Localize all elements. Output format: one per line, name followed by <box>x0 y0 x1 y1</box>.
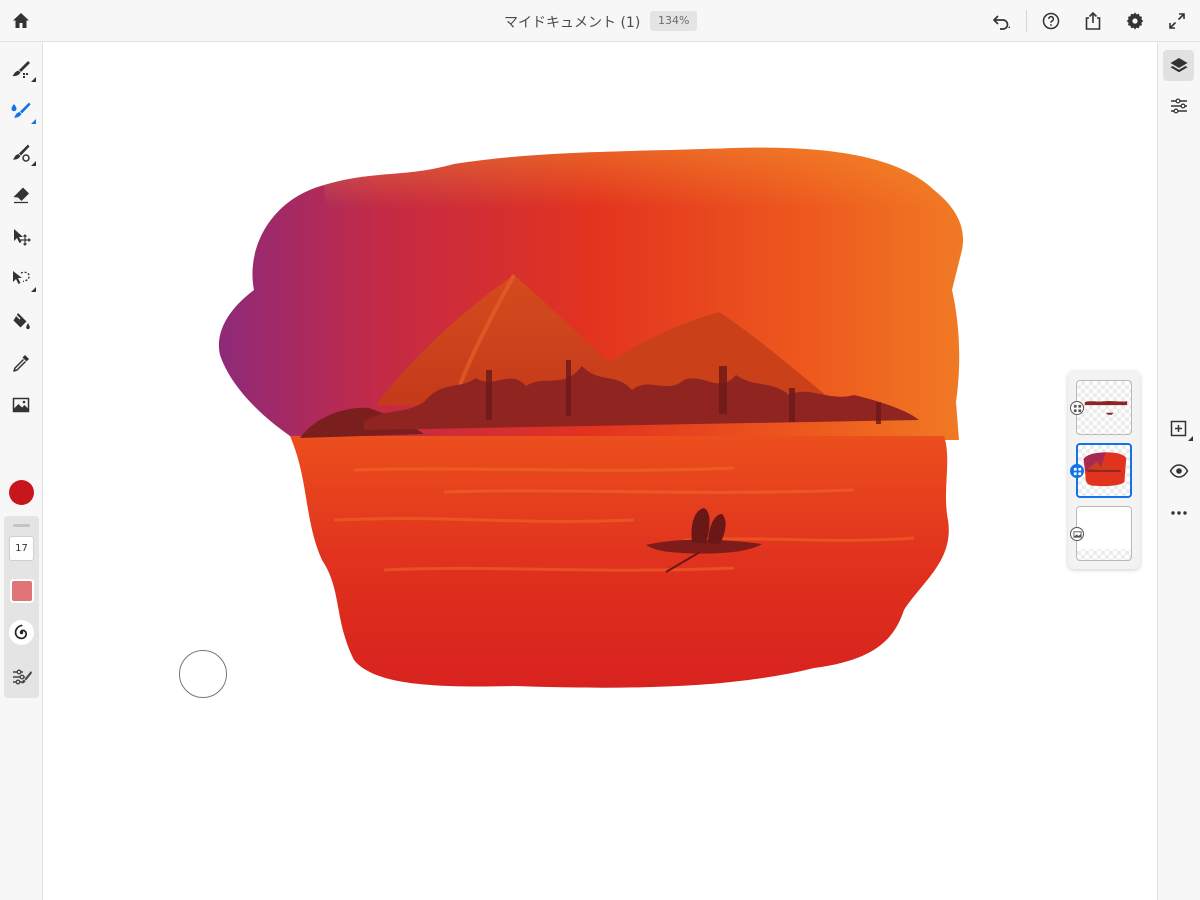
right-rail <box>1157 42 1200 900</box>
image-layer-badge <box>1070 527 1084 541</box>
layer-properties-button[interactable] <box>1163 90 1194 121</box>
settings-button[interactable] <box>1120 6 1150 36</box>
brush-size-field[interactable]: 17 <box>9 536 34 561</box>
spiral-icon <box>14 624 28 640</box>
live-layer-badge <box>1070 464 1084 478</box>
fullscreen-button[interactable] <box>1162 6 1192 36</box>
document-title[interactable]: マイドキュメント (1) <box>504 12 640 32</box>
more-icon <box>1170 510 1187 515</box>
submenu-indicator <box>31 287 36 292</box>
home-button[interactable] <box>6 6 36 36</box>
help-icon <box>1042 12 1060 30</box>
eyedropper-tool[interactable] <box>6 348 36 378</box>
color-picker-swatch[interactable] <box>9 480 34 505</box>
layers-panel <box>1068 371 1140 569</box>
pixel-grid-icon <box>1073 404 1081 412</box>
home-icon <box>13 13 29 28</box>
eye-icon <box>1169 463 1188 478</box>
share-icon <box>1085 11 1101 30</box>
image-icon <box>1072 530 1082 538</box>
panel-handle[interactable] <box>13 524 30 527</box>
eyedropper-icon <box>13 355 29 372</box>
live-brush-tool[interactable] <box>6 96 36 126</box>
layer-image[interactable] <box>1076 506 1132 561</box>
eraser-icon <box>13 187 29 204</box>
tool-bar: 17 <box>0 42 43 900</box>
brush-properties-panel: 17 <box>4 516 39 698</box>
share-button[interactable] <box>1078 6 1108 36</box>
paint-bucket-icon <box>13 313 30 330</box>
pixel-brush-tool[interactable] <box>6 54 36 84</box>
layer-thumbnail <box>1077 507 1131 550</box>
layers-icon <box>1170 57 1187 72</box>
vector-brush-tool[interactable] <box>6 138 36 168</box>
live-layer-icon <box>1073 467 1081 475</box>
submenu-indicator <box>1188 436 1193 441</box>
add-layer-icon <box>1170 420 1186 436</box>
undo-button[interactable] <box>986 6 1016 36</box>
vector-brush-icon <box>13 144 30 162</box>
layer-pixel-top[interactable] <box>1076 380 1132 435</box>
watercolor-brush-icon <box>11 102 31 118</box>
image-icon <box>12 397 30 413</box>
brush-flow-button[interactable] <box>9 620 34 645</box>
eraser-tool[interactable] <box>6 180 36 210</box>
brush-cursor-indicator <box>179 650 227 698</box>
toggle-visibility-button[interactable] <box>1163 455 1194 486</box>
submenu-indicator <box>31 161 36 166</box>
painting-artwork[interactable] <box>214 140 984 700</box>
settings-icon <box>1126 12 1144 30</box>
layer-thumbnail <box>1083 452 1127 487</box>
brush-opacity-swatch[interactable] <box>10 579 34 603</box>
top-bar: マイドキュメント (1) 134% <box>0 0 1200 42</box>
pixel-layer-badge <box>1070 401 1084 415</box>
pixel-brush-icon <box>12 61 30 78</box>
fullscreen-icon <box>1169 13 1185 29</box>
lasso-icon <box>13 271 30 284</box>
toolbar-divider <box>1026 10 1027 32</box>
selection-tool[interactable] <box>6 264 36 294</box>
layers-button[interactable] <box>1163 50 1194 81</box>
fill-tool[interactable] <box>6 306 36 336</box>
more-options-button[interactable] <box>1163 497 1194 528</box>
transform-tool[interactable] <box>6 222 36 252</box>
zoom-level[interactable]: 134% <box>650 11 698 31</box>
submenu-indicator <box>31 77 36 82</box>
help-button[interactable] <box>1036 6 1066 36</box>
brush-settings-button[interactable] <box>11 666 33 688</box>
transform-icon <box>14 229 31 246</box>
sliders-icon <box>1170 97 1187 114</box>
add-layer-button[interactable] <box>1163 413 1194 444</box>
brush-settings-icon <box>13 669 32 685</box>
layer-thumbnail <box>1084 400 1128 415</box>
undo-icon <box>993 15 1010 30</box>
place-image-tool[interactable] <box>6 390 36 420</box>
layer-live-paint[interactable] <box>1076 443 1132 498</box>
submenu-indicator <box>31 119 36 124</box>
